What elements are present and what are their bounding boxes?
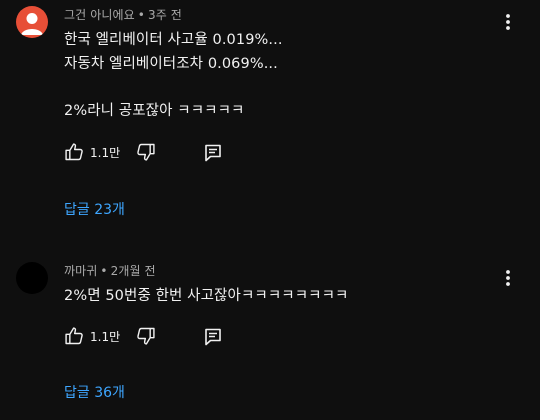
- comment-time[interactable]: 3주 전: [148, 8, 182, 22]
- thumb-down-icon: [137, 327, 155, 345]
- reply-icon: [205, 328, 221, 346]
- meta-separator: •: [137, 8, 145, 22]
- comment-meta: 그건 아니에요 • 3주 전: [64, 6, 182, 23]
- meta-separator: •: [100, 264, 108, 278]
- default-person-avatar-icon[interactable]: [16, 6, 48, 38]
- view-replies-link[interactable]: 답글 36개: [64, 382, 125, 402]
- comment-thread: 까마귀 • 2개월 전 2%면 50번중 한번 사고잖아ㅋㅋㅋㅋㅋㅋㅋㅋ 1.1만: [0, 240, 540, 420]
- dislike-button[interactable]: [136, 140, 160, 164]
- comment-thread: 그건 아니에요 • 3주 전 한국 엘리베이터 사고율 0.019%... 자동차 …: [0, 0, 540, 240]
- more-vertical-icon[interactable]: [500, 266, 516, 290]
- comment-text-line: 2%면 50번중 한번 사고잖아ㅋㅋㅋㅋㅋㅋㅋㅋ: [64, 288, 349, 304]
- person-icon: [21, 13, 43, 35]
- like-count: 1.1만: [90, 330, 121, 344]
- black-avatar[interactable]: [16, 262, 48, 294]
- reply-button[interactable]: [204, 324, 224, 348]
- like-count: 1.1만: [90, 146, 121, 160]
- comment-text-line: 자동차 엘리베이터조차 0.069%...: [64, 56, 278, 72]
- comment-time[interactable]: 2개월 전: [111, 264, 156, 278]
- dislike-button[interactable]: [136, 324, 160, 348]
- comment-text-line: 2%라니 공포잖아 ㅋㅋㅋㅋㅋ: [64, 103, 245, 119]
- comment-meta: 까마귀 • 2개월 전: [64, 262, 156, 279]
- view-replies-link[interactable]: 답글 23개: [64, 199, 125, 219]
- comment-author[interactable]: 그건 아니에요: [64, 8, 135, 22]
- thumb-up-icon: [65, 143, 83, 161]
- like-button[interactable]: 1.1만: [64, 140, 124, 164]
- reply-icon: [205, 144, 221, 162]
- reply-button[interactable]: [204, 140, 224, 164]
- like-button[interactable]: 1.1만: [64, 324, 124, 348]
- comment-text-line: 한국 엘리베이터 사고율 0.019%...: [64, 32, 283, 48]
- more-vertical-icon[interactable]: [500, 10, 516, 34]
- comment-author[interactable]: 까마귀: [64, 264, 97, 278]
- comment-actions: 1.1만: [64, 324, 264, 348]
- comment-actions: 1.1만: [64, 140, 264, 164]
- thumb-down-icon: [137, 143, 155, 161]
- thumb-up-icon: [65, 327, 83, 345]
